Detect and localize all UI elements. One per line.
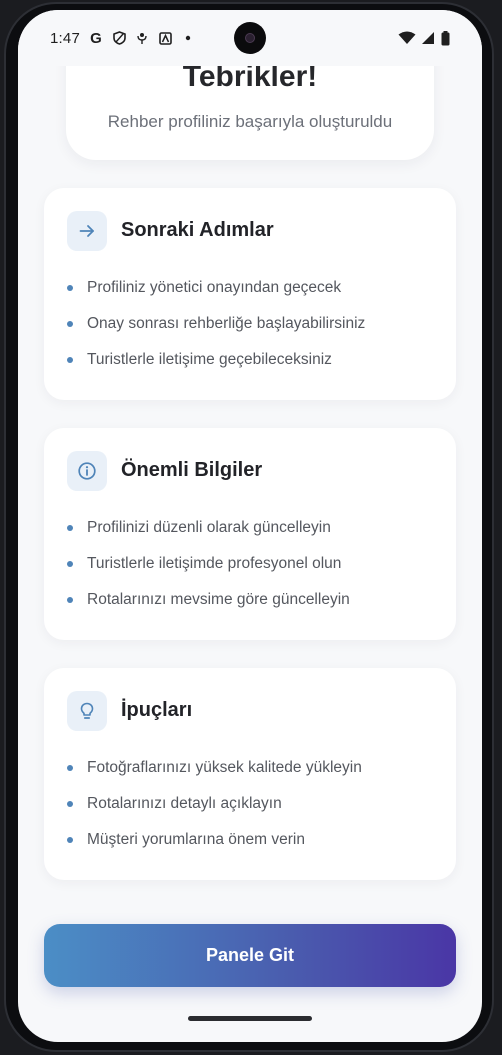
signal-icon [421,31,435,45]
bullet-dot [67,801,73,807]
list-item: Onay sonrası rehberliğe başlayabilirsini… [67,306,436,342]
status-bar: 1:47 G [18,10,482,66]
shield-icon [112,31,126,45]
list-item-text: Profiliniz yönetici onayından geçecek [87,279,342,296]
list-item: Müşteri yorumlarına önem verin [67,822,436,858]
camera-lens [245,33,255,43]
list-item: Rotalarınızı mevsime göre güncelleyin [67,582,436,618]
lightbulb-icon [67,691,107,731]
info-icon [67,451,107,491]
bullet-list: Profilinizi düzenli olarak güncelleyin T… [67,510,436,618]
bullet-dot [67,597,73,603]
next-steps-card: Sonraki Adımlar Profiliniz yönetici onay… [44,188,456,400]
card-title: Sonraki Adımlar [121,219,274,241]
bullet-dot [67,321,73,327]
bullet-dot [67,561,73,567]
list-item: Turistlerle iletişime geçebileceksiniz [67,342,436,378]
bullet-dot [67,837,73,843]
status-left: 1:47 G [50,30,195,47]
tips-card: İpuçları Fotoğraflarınızı yüksek kalited… [44,668,456,880]
list-item-text: Rotalarınızı mevsime göre güncelleyin [87,591,350,608]
bullet-dot [67,525,73,531]
status-time: 1:47 [50,29,80,47]
dot-icon [181,31,195,45]
scroll-content[interactable]: Tebrikler! Rehber profiliniz başarıyla o… [18,26,482,1042]
list-item-text: Onay sonrası rehberliğe başlayabilirsini… [87,315,366,332]
status-right [398,30,450,45]
list-item: Profiliniz yönetici onayından geçecek [67,270,436,306]
card-title: İpuçları [121,699,193,721]
list-item-text: Turistlerle iletişime geçebileceksiniz [87,351,332,368]
list-item: Rotalarınızı detaylı açıklayın [67,786,436,822]
list-item-text: Profilinizi düzenli olarak güncelleyin [87,519,331,536]
news-icon [158,31,172,45]
app-screen: 1:47 G Tebrikler! Rehber profiliniz başa… [18,10,482,1042]
important-info-card: Önemli Bilgiler Profilinizi düzenli olar… [44,428,456,640]
list-item: Fotoğraflarınızı yüksek kalitede yükleyi… [67,750,436,786]
bullet-dot [67,357,73,363]
home-indicator[interactable] [188,1016,312,1021]
bullet-dot [67,285,73,291]
google-icon: G [90,29,102,47]
list-item-text: Turistlerle iletişimde profesyonel olun [87,555,342,572]
bullet-list: Profiliniz yönetici onayından geçecek On… [67,270,436,378]
bullet-list: Fotoğraflarınızı yüksek kalitede yükleyi… [67,750,436,858]
card-title: Önemli Bilgiler [121,459,263,481]
list-item: Turistlerle iletişimde profesyonel olun [67,546,436,582]
list-item-text: Fotoğraflarınızı yüksek kalitede yükleyi… [87,759,362,776]
front-camera [234,22,266,54]
list-item: Profilinizi düzenli olarak güncelleyin [67,510,436,546]
podcast-icon [135,31,149,45]
arrow-right-icon [67,211,107,251]
list-item-text: Rotalarınızı detaylı açıklayın [87,795,282,812]
battery-icon [440,30,450,45]
go-to-dashboard-button[interactable]: Panele Git [44,924,456,987]
bullet-dot [67,765,73,771]
list-item-text: Müşteri yorumlarına önem verin [87,831,305,848]
wifi-icon [398,31,416,45]
congrats-subtitle: Rehber profiliniz başarıyla oluşturuldu [107,112,393,131]
